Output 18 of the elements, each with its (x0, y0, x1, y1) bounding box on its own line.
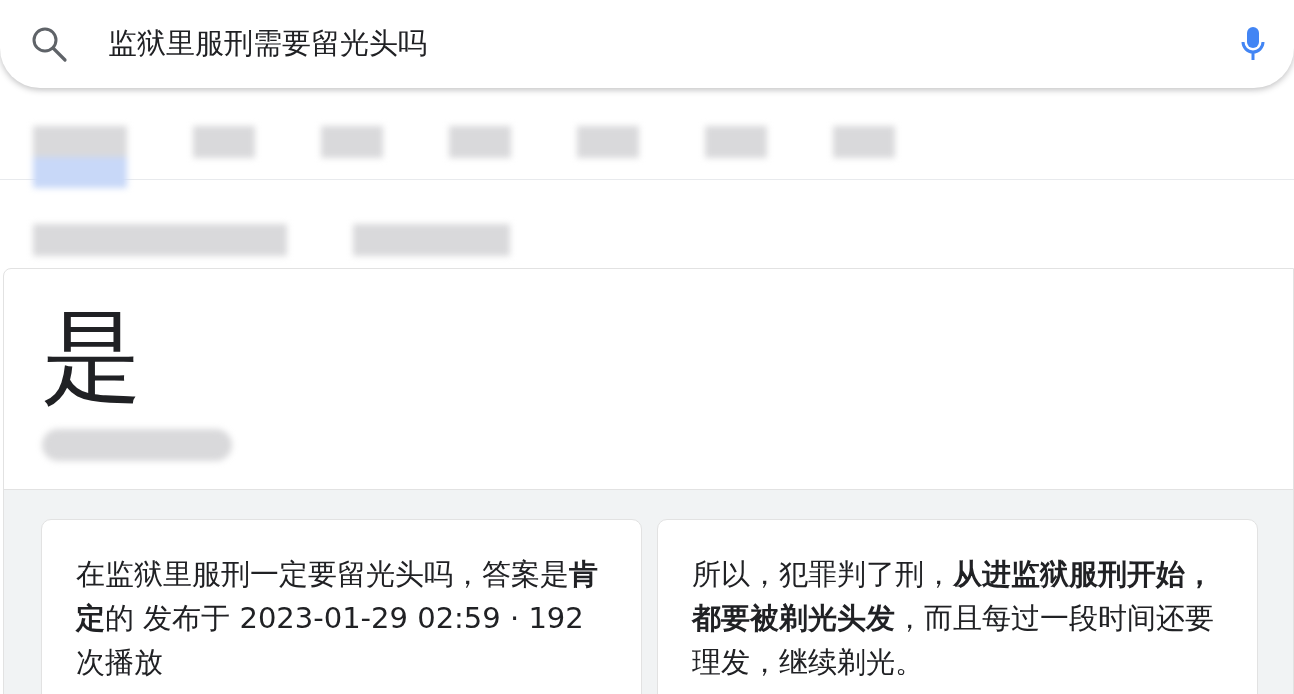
snippet-text: 在监狱里服刑一定要留光头吗，答案是肯定的 发布于 2023-01-29 02:59 · 192 次播放 (76, 556, 599, 681)
redacted-tab[interactable] (833, 126, 895, 158)
answer-text: 是 (42, 297, 143, 417)
redacted-chip[interactable] (353, 224, 510, 256)
redacted-tab[interactable] (577, 126, 639, 158)
redacted-tab[interactable] (449, 126, 511, 158)
search-bar[interactable]: 监狱里服刑需要留光头吗 (0, 0, 1294, 88)
redacted-tab[interactable] (193, 126, 255, 158)
redacted-tab[interactable] (321, 126, 383, 158)
redacted-tab[interactable] (33, 126, 127, 188)
redacted-chip[interactable] (33, 224, 287, 256)
snippet-text: 所以，犯罪判了刑，从进监狱服刑开始，都要被剃光头发，而且每过一段时间还要理发，继续剃光。 (692, 556, 1215, 681)
redacted-tab[interactable] (705, 126, 767, 158)
snippet-card[interactable]: 在监狱里服刑一定要留光头吗，答案是肯定的 发布于 2023-01-29 02:59 · 192 次播放 (41, 519, 642, 694)
search-icon[interactable] (30, 25, 68, 63)
microphone-icon[interactable] (1240, 26, 1266, 62)
search-field[interactable]: 监狱里服刑需要留光头吗 (68, 22, 1240, 66)
snippet-card[interactable]: 所以，犯罪判了刑，从进监狱服刑开始，都要被剃光头发，而且每过一段时间还要理发，继续剃光。 (657, 519, 1258, 694)
